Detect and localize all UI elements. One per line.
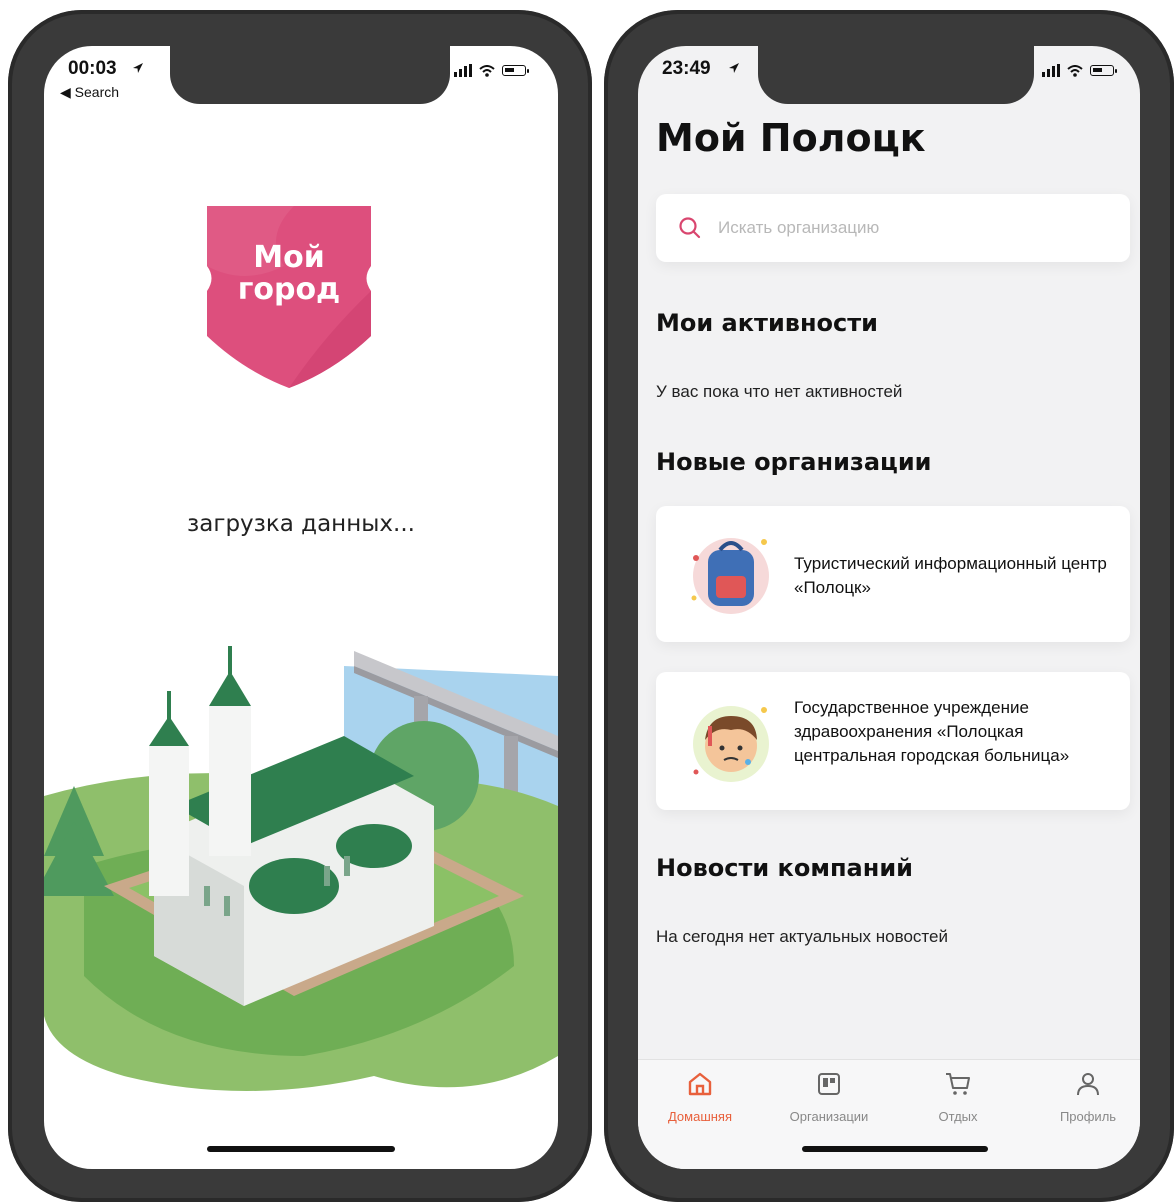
- home-screen: 23:49 Мой Полоцк Искать организацию Мои …: [638, 46, 1140, 1169]
- news-heading: Новости компаний: [656, 854, 913, 882]
- back-to-search-button[interactable]: ◀ Search: [60, 84, 119, 101]
- status-time: 23:49: [662, 58, 711, 79]
- backpack-icon: [691, 538, 769, 614]
- search-placeholder: Искать организацию: [718, 218, 880, 237]
- location-arrow-icon: [133, 63, 143, 73]
- splash-screen: 00:03 ◀ Search Мой город загрузка данных…: [44, 46, 558, 1169]
- back-label: Search: [74, 84, 120, 100]
- sick-person-icon: [693, 706, 769, 782]
- tab-home[interactable]: Домашняя: [640, 1070, 760, 1124]
- tab-label: Профиль: [1059, 1109, 1117, 1124]
- tab-label: Отдых: [938, 1109, 978, 1124]
- board-icon: [818, 1073, 840, 1095]
- phone-right: 23:49 Мой Полоцк Искать организацию Мои …: [604, 10, 1174, 1202]
- activities-empty-text: У вас пока что нет активностей: [656, 382, 903, 401]
- org-name: Туристический информационный центр «Поло…: [794, 554, 1107, 597]
- page-title: Мой Полоцк: [656, 116, 926, 160]
- battery-icon: [502, 65, 529, 76]
- news-empty-text: На сегодня нет актуальных новостей: [656, 927, 948, 946]
- tab-bar: Домашняя Организации Отдых Профиль: [638, 1059, 1140, 1169]
- org-card[interactable]: Государственное учреждение здравоохранен…: [656, 672, 1130, 810]
- status-icons: [454, 64, 529, 77]
- tab-label: Организации: [789, 1109, 869, 1124]
- wifi-icon: [479, 64, 495, 77]
- person-icon: [1077, 1073, 1099, 1096]
- org-card[interactable]: Туристический информационный центр «Поло…: [656, 506, 1130, 642]
- new-orgs-heading: Новые организации: [656, 448, 932, 476]
- home-indicator[interactable]: [802, 1146, 988, 1152]
- back-triangle-icon: ◀: [60, 84, 71, 100]
- tab-label: Домашняя: [667, 1109, 733, 1124]
- tab-leisure[interactable]: Отдых: [898, 1070, 1018, 1124]
- battery-icon: [1090, 65, 1117, 76]
- tab-profile[interactable]: Профиль: [1028, 1070, 1140, 1124]
- home-indicator[interactable]: [207, 1146, 395, 1152]
- status-time: 00:03: [68, 58, 117, 79]
- signal-icon: [1042, 64, 1060, 77]
- cathedral-illustration: [44, 646, 558, 1091]
- tab-organizations[interactable]: Организации: [769, 1070, 889, 1124]
- app-logo: Мой город: [204, 196, 374, 391]
- phone-left: 00:03 ◀ Search Мой город загрузка данных…: [8, 10, 592, 1202]
- logo-line1: Мой: [253, 240, 325, 275]
- cart-icon: [946, 1073, 970, 1095]
- search-icon: [679, 217, 701, 239]
- search-input[interactable]: Искать организацию: [656, 194, 1130, 262]
- notch: [170, 46, 450, 104]
- org-name: Государственное учреждение здравоохранен…: [794, 698, 1070, 765]
- signal-icon: [454, 64, 472, 77]
- loading-text: загрузка данных...: [187, 511, 415, 537]
- wifi-icon: [1067, 64, 1083, 77]
- logo-line2: город: [237, 272, 341, 307]
- location-arrow-icon: [729, 63, 739, 73]
- activities-heading: Мои активности: [656, 309, 878, 337]
- status-icons: [1042, 64, 1117, 77]
- notch: [758, 46, 1034, 104]
- home-icon: [688, 1072, 712, 1096]
